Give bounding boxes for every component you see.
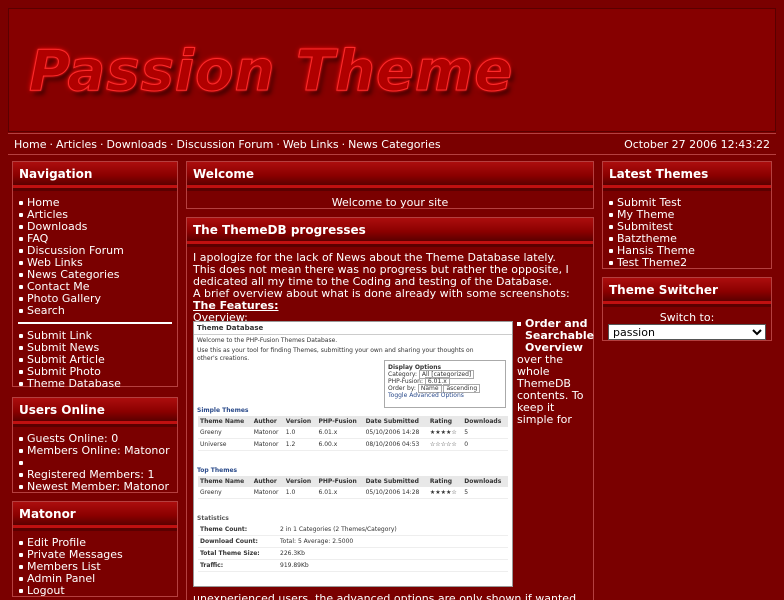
theme-switcher-title: Theme Switcher — [603, 278, 771, 307]
users-online-list: Guests Online: 0 Members Online: Matonor… — [18, 433, 172, 493]
nav-theme-database[interactable]: Theme Database — [18, 378, 172, 390]
current-datetime: October 27 2006 12:43:22 — [624, 138, 770, 151]
welcome-title: Welcome — [187, 162, 593, 191]
latest-themes-list: Submit Test My Theme Submitest Batztheme… — [608, 197, 766, 269]
themedb-screenshot[interactable]: Theme Database Welcome to the PHP-Fusion… — [193, 321, 513, 587]
user-panel-list: Edit Profile Private Messages Members Li… — [18, 537, 172, 597]
top-nav-downloads[interactable]: Downloads — [107, 138, 167, 151]
top-nav-forum[interactable]: Discussion Forum — [176, 138, 273, 151]
user-panel-title: Matonor — [13, 502, 177, 531]
nav-search[interactable]: Search — [18, 305, 172, 317]
navigation-list: Home Articles Downloads FAQ Discussion F… — [18, 197, 172, 317]
site-header: Passion Theme — [8, 8, 776, 132]
shot-stats-title: Statistics — [197, 515, 229, 522]
switch-to-label: Switch to: — [659, 311, 715, 324]
welcome-text: Welcome to your site — [331, 196, 449, 209]
latest-theme-item[interactable]: Test Theme2 — [608, 257, 766, 269]
shot-top-title: Top Themes — [197, 467, 238, 474]
latest-themes-panel: Latest Themes Submit Test My Theme Submi… — [602, 161, 772, 269]
users-online-title: Users Online — [13, 398, 177, 427]
top-nav-articles[interactable]: Articles — [56, 138, 97, 151]
overview-description: Order and Searchable Overview over the w… — [517, 318, 594, 426]
overview-text: over the whole ThemeDB contents. To keep… — [517, 353, 584, 426]
welcome-panel: Welcome Welcome to your site — [186, 161, 594, 209]
overview-bold: Order and Searchable Overview — [525, 317, 595, 354]
theme-switcher-panel: Theme Switcher Switch to: passion — [602, 277, 772, 341]
news-cut-text: unexperienced users, the advanced option… — [193, 592, 580, 600]
shot-simple-table: Theme Name Author Version PHP-Fusion Date Su… — [198, 416, 508, 451]
shot-intro-1: Welcome to the PHP-Fusion Themes Databas… — [197, 337, 338, 344]
navigation-title: Navigation — [13, 162, 177, 191]
site-logo[interactable]: Passion Theme — [28, 39, 513, 105]
top-nav-news-categories[interactable]: News Categories — [348, 138, 441, 151]
navigation-panel: Navigation Home Articles Downloads FAQ D… — [12, 161, 178, 390]
top-nav-weblinks[interactable]: Web Links — [283, 138, 339, 151]
shot-title: Theme Database — [194, 322, 512, 335]
user-panel: Matonor Edit Profile Private Messages Me… — [12, 501, 178, 597]
shot-top-table: Theme Name Author Version PHP-Fusion Date Su… — [198, 476, 508, 499]
theme-select[interactable]: passion — [608, 324, 766, 340]
submit-list: Submit Link Submit News Submit Article S… — [18, 330, 172, 390]
top-nav-home[interactable]: Home — [14, 138, 46, 151]
top-navigation-bar: Home · Articles · Downloads · Discussion Forum… — [8, 133, 776, 155]
newest-member: Newest Member: Matonor — [18, 481, 172, 493]
shot-display-options: Display Options Category: All [categoriz… — [384, 360, 506, 408]
users-online-panel: Users Online Guests Online: 0 Members On… — [12, 397, 178, 493]
latest-themes-title: Latest Themes — [603, 162, 771, 191]
navigation-divider — [18, 322, 172, 324]
logout-link[interactable]: Logout — [18, 585, 172, 597]
shot-stats-table: Theme Count: 2 in 1 Categories (2 Themes/… — [198, 524, 508, 572]
top-nav-links: Home · Articles · Downloads · Discussion Forum… — [14, 138, 441, 151]
members-online: Members Online: Matonor — [18, 445, 172, 457]
bullet-icon — [517, 322, 521, 326]
news-title[interactable]: The ThemeDB progresses — [187, 218, 593, 247]
